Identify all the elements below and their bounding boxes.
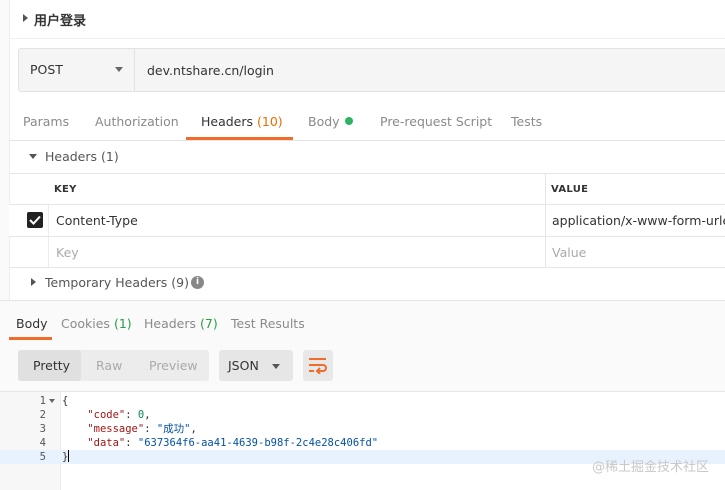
fold-arrow-icon[interactable] bbox=[49, 399, 55, 403]
tab-response-headers-label: Headers bbox=[144, 316, 197, 331]
tab-authorization[interactable]: Authorization bbox=[95, 114, 179, 129]
response-body-editor[interactable]: 1 { 2 "code": 0, 3 "message": "成功", 4 "d… bbox=[0, 391, 725, 490]
json-key: "data" bbox=[87, 437, 126, 449]
header-enabled-checkbox[interactable] bbox=[27, 212, 43, 228]
new-value-input[interactable]: Value bbox=[552, 245, 586, 260]
temporary-headers-label: Temporary Headers (9) bbox=[45, 275, 189, 290]
watermark: @稀土掘金技术社区 bbox=[591, 460, 709, 475]
header-value-cell[interactable]: application/x-www-form-urlencoded bbox=[552, 213, 725, 228]
chevron-down-icon bbox=[272, 364, 280, 369]
json-trail: , bbox=[190, 423, 197, 435]
column-header-value: VALUE bbox=[551, 184, 589, 195]
body-status-dot bbox=[344, 117, 353, 125]
format-raw-button[interactable]: Raw bbox=[96, 358, 122, 373]
request-title-row[interactable]: 用户登录 bbox=[9, 0, 725, 39]
json-sep: : bbox=[125, 409, 138, 421]
tab-tests[interactable]: Tests bbox=[511, 114, 542, 129]
url-bar: POST bbox=[18, 48, 725, 92]
line-number: 5 bbox=[39, 451, 46, 463]
tab-headers-label: Headers bbox=[201, 114, 254, 129]
line-number: 3 bbox=[39, 423, 46, 435]
code-line: 2 "code": 0, bbox=[0, 408, 725, 422]
headers-section-toggle[interactable]: Headers (1) bbox=[9, 141, 725, 173]
wrap-lines-button[interactable] bbox=[303, 350, 333, 381]
tab-headers[interactable]: Headers (10) bbox=[201, 114, 283, 129]
chevron-down-icon bbox=[29, 154, 37, 159]
tab-cookies-count: (1) bbox=[113, 316, 132, 331]
column-header-key: KEY bbox=[54, 184, 77, 195]
format-toggle-group: Pretty Raw Preview bbox=[18, 350, 209, 381]
response-tabs: Body Cookies (1) Headers (7) Test Result… bbox=[0, 300, 725, 342]
tab-pre-request-script[interactable]: Pre-request Script bbox=[380, 114, 492, 129]
code-line: 1 { bbox=[0, 394, 725, 408]
json-sep: : bbox=[144, 423, 157, 435]
url-input[interactable] bbox=[135, 49, 725, 91]
json-value: "成功" bbox=[156, 423, 191, 435]
code-line: 3 "message": "成功", bbox=[0, 422, 725, 436]
tab-cookies[interactable]: Cookies (1) bbox=[61, 316, 132, 331]
tab-body[interactable]: Body bbox=[308, 114, 353, 129]
line-number: 2 bbox=[39, 409, 46, 421]
json-value: "637364f6-aa41-4639-b98f-2c4e28c406fd" bbox=[137, 437, 379, 449]
chevron-right-icon bbox=[31, 278, 36, 286]
tab-response-body[interactable]: Body bbox=[16, 316, 48, 331]
code-line: 4 "data": "637364f6-aa41-4639-b98f-2c4e2… bbox=[0, 436, 725, 450]
column-divider bbox=[545, 174, 546, 204]
table-row-new: Key Value bbox=[9, 237, 725, 268]
code-text: { bbox=[62, 395, 69, 407]
column-divider bbox=[545, 237, 546, 267]
request-title: 用户登录 bbox=[34, 14, 87, 29]
checkmark-icon bbox=[29, 215, 41, 225]
tab-cookies-label: Cookies bbox=[61, 316, 110, 331]
language-label: JSON bbox=[228, 358, 259, 373]
format-preview-button[interactable]: Preview bbox=[149, 358, 198, 373]
column-divider bbox=[48, 237, 49, 267]
temporary-headers-toggle[interactable]: Temporary Headers (9) i bbox=[9, 267, 725, 299]
tab-response-headers[interactable]: Headers (7) bbox=[144, 316, 218, 331]
method-select[interactable]: POST bbox=[19, 49, 135, 91]
json-key: "message" bbox=[87, 423, 145, 435]
method-label: POST bbox=[30, 62, 63, 77]
code-text: } bbox=[62, 450, 70, 464]
tab-headers-count: (10) bbox=[257, 114, 283, 129]
tab-body-label: Body bbox=[308, 114, 340, 129]
table-header-row: KEY VALUE bbox=[9, 174, 725, 205]
line-number: 1 bbox=[39, 395, 46, 407]
format-pretty-button[interactable]: Pretty bbox=[33, 358, 70, 373]
new-key-input[interactable]: Key bbox=[56, 245, 79, 260]
header-key-cell[interactable]: Content-Type bbox=[56, 213, 138, 228]
line-number: 4 bbox=[39, 437, 46, 449]
chevron-down-icon bbox=[115, 67, 123, 72]
tab-params[interactable]: Params bbox=[23, 114, 69, 129]
active-tab-indicator bbox=[9, 337, 52, 340]
wrap-lines-icon bbox=[309, 358, 327, 374]
info-icon[interactable]: i bbox=[191, 276, 204, 289]
code-text: "code": 0, bbox=[62, 408, 151, 422]
headers-section-label: Headers (1) bbox=[45, 149, 119, 164]
code-text: "message": "成功", bbox=[62, 422, 197, 436]
json-sep: : bbox=[125, 437, 138, 449]
headers-table: KEY VALUE Content-Type application/x-www… bbox=[9, 173, 725, 268]
tab-test-results[interactable]: Test Results bbox=[231, 316, 305, 331]
response-toolbar: Pretty Raw Preview JSON bbox=[0, 341, 725, 391]
request-tabs: Params Authorization Headers (10) Body P… bbox=[9, 104, 725, 141]
column-divider bbox=[48, 205, 49, 236]
tab-response-headers-count: (7) bbox=[200, 316, 218, 331]
language-select[interactable]: JSON bbox=[219, 350, 293, 381]
active-tab-indicator bbox=[186, 137, 293, 140]
table-row: Content-Type application/x-www-form-urle… bbox=[9, 205, 725, 237]
code-text: "data": "637364f6-aa41-4639-b98f-2c4e28c… bbox=[62, 436, 378, 450]
text-cursor bbox=[68, 450, 70, 462]
collapse-arrow-icon[interactable] bbox=[23, 14, 28, 22]
json-key: "code" bbox=[87, 409, 126, 421]
json-trail: , bbox=[144, 409, 151, 421]
column-divider bbox=[545, 205, 546, 236]
